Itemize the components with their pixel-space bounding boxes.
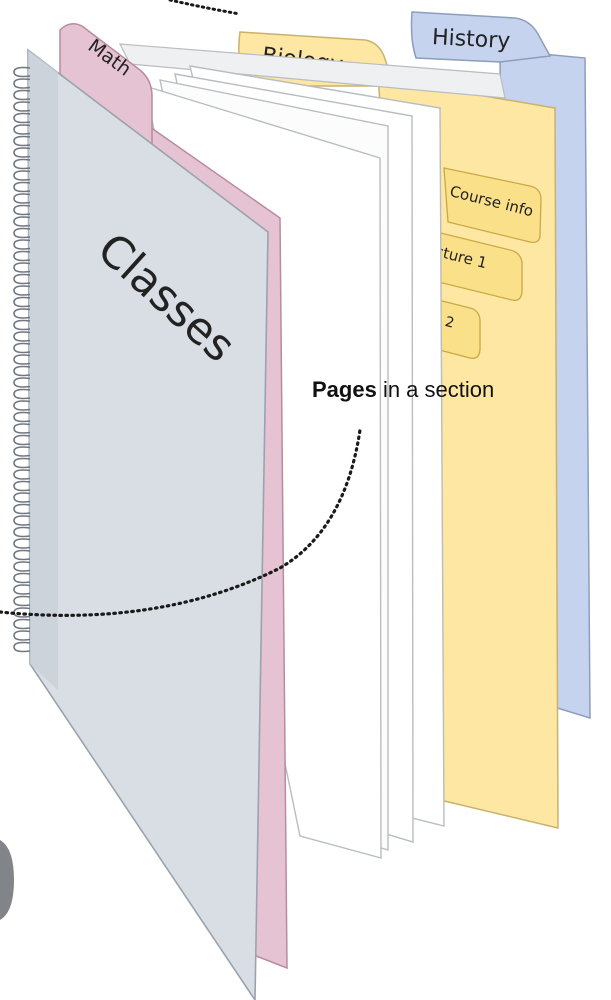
spiral-coil bbox=[13, 365, 31, 377]
spiral-coil bbox=[13, 354, 31, 365]
spiral-coil bbox=[13, 423, 31, 434]
spiral-coil bbox=[13, 388, 31, 400]
spiral-coil bbox=[13, 492, 31, 503]
spiral-coil bbox=[13, 549, 31, 561]
spiral-coil bbox=[13, 572, 31, 584]
spiral-coil bbox=[13, 595, 31, 607]
spiral-coil bbox=[13, 193, 31, 204]
spiral-coil bbox=[13, 641, 31, 653]
spiral-coil bbox=[13, 411, 31, 423]
spiral-coil bbox=[13, 503, 31, 515]
spiral-coil bbox=[13, 526, 31, 538]
spiral-coil bbox=[13, 342, 31, 354]
spiral-coil bbox=[13, 273, 31, 285]
spiral-coil bbox=[13, 480, 31, 492]
spiral-coil bbox=[13, 561, 31, 572]
pages-callout-label: Pages in a section bbox=[312, 377, 494, 402]
onenote-notebook-diagram: History Biology Course info Lecture 1 Le… bbox=[0, 0, 611, 1000]
spiral-coil bbox=[13, 296, 31, 308]
spiral-coil bbox=[13, 262, 31, 273]
spiral-coil bbox=[13, 446, 31, 457]
spiral-coil bbox=[13, 607, 31, 618]
spiral-coil bbox=[13, 584, 31, 595]
spiral-coil bbox=[13, 227, 31, 239]
spiral-coil bbox=[13, 319, 31, 331]
spiral-coil bbox=[13, 204, 31, 216]
pages-callout-bold: Pages bbox=[312, 377, 377, 402]
spiral-coil bbox=[13, 630, 31, 641]
spiral-coil bbox=[13, 181, 31, 193]
cover-shading bbox=[28, 50, 58, 690]
top-leader-dotted-line bbox=[168, 0, 242, 16]
spiral-coil bbox=[13, 618, 31, 630]
spiral-coil bbox=[13, 434, 31, 446]
spiral-coil bbox=[13, 250, 31, 262]
spiral-coil bbox=[13, 538, 31, 549]
corner-object bbox=[0, 840, 14, 920]
spiral-coil bbox=[13, 308, 31, 319]
spiral-coil bbox=[13, 239, 31, 250]
spiral-coil bbox=[13, 377, 31, 388]
spiral-coil bbox=[13, 515, 31, 526]
history-tab-label: History bbox=[431, 25, 510, 54]
spiral-coil bbox=[13, 457, 31, 469]
spiral-coil bbox=[13, 285, 31, 296]
spiral-coil bbox=[13, 331, 31, 342]
spiral-coil bbox=[13, 469, 31, 480]
spiral-coil bbox=[13, 400, 31, 411]
spiral-coil bbox=[13, 216, 31, 227]
notebook-illustration: History Biology Course info Lecture 1 Le… bbox=[0, 0, 591, 1000]
pages-callout-rest: in a section bbox=[377, 377, 494, 402]
